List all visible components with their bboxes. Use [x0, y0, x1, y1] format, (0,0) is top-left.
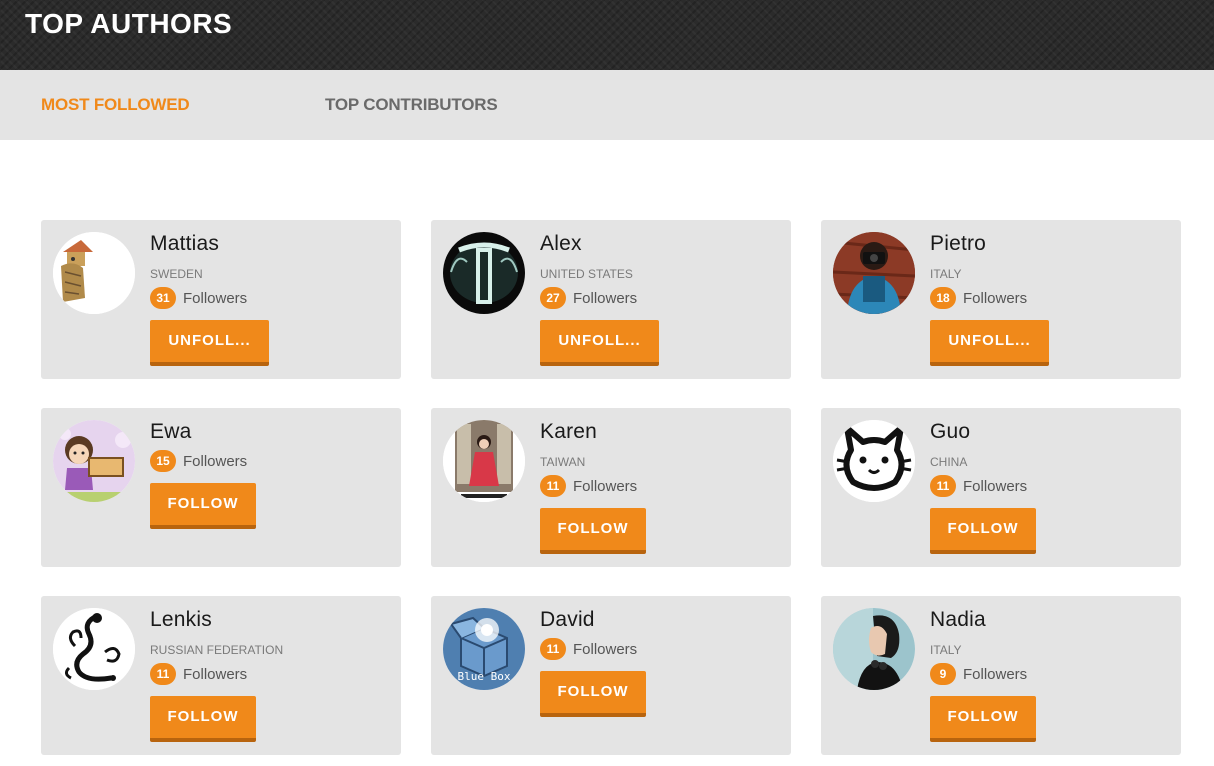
followers-count: 15 Followers	[150, 450, 247, 472]
followers-badge: 27	[540, 287, 566, 309]
followers-badge: 11	[540, 475, 566, 497]
followers-count: 31 Followers	[150, 287, 247, 309]
photographer-avatar[interactable]	[833, 232, 915, 314]
author-country: UNITED STATES	[540, 267, 633, 281]
unfollow-button[interactable]: UNFOLL...	[930, 320, 1049, 366]
cartoon-girl-avatar[interactable]	[53, 420, 135, 502]
followers-badge: 11	[150, 663, 176, 685]
followers-label: Followers	[963, 289, 1028, 307]
author-card: Lenkis RUSSIAN FEDERATION 11 Followers F…	[41, 596, 401, 755]
follow-button[interactable]: FOLLOW	[540, 671, 646, 717]
ornament-letter-avatar[interactable]	[53, 608, 135, 690]
follow-button[interactable]: FOLLOW	[930, 508, 1036, 554]
portrait-avatar[interactable]	[833, 608, 915, 690]
follow-button[interactable]: FOLLOW	[150, 696, 256, 742]
author-country: RUSSIAN FEDERATION	[150, 643, 284, 657]
page-title: TOP AUTHORS	[25, 8, 233, 39]
unfollow-button[interactable]: UNFOLL...	[540, 320, 659, 366]
tab-top-contributors[interactable]: TOP CONTRIBUTORS	[325, 95, 498, 115]
author-card: Mattias SWEDEN 31 Followers UNFOLL...	[41, 220, 401, 379]
followers-count: 9 Followers	[930, 663, 1027, 685]
followers-label: Followers	[573, 477, 638, 495]
tab-most-followed[interactable]: MOST FOLLOWED	[41, 95, 190, 115]
followers-count: 27 Followers	[540, 287, 637, 309]
followers-label: Followers	[573, 640, 638, 658]
author-country: ITALY	[930, 267, 962, 281]
author-card: Ewa 15 Followers FOLLOW	[41, 408, 401, 567]
author-name[interactable]: Alex	[540, 232, 582, 256]
neon-letter-avatar[interactable]	[443, 232, 525, 314]
follow-button[interactable]: FOLLOW	[150, 483, 256, 529]
cat-drawing-avatar[interactable]	[833, 420, 915, 502]
followers-label: Followers	[183, 289, 248, 307]
kimono-photo-avatar[interactable]	[443, 420, 525, 502]
illustration-avatar[interactable]	[53, 232, 135, 314]
author-name[interactable]: Nadia	[930, 608, 986, 632]
author-name[interactable]: Lenkis	[150, 608, 212, 632]
tab-bar: MOST FOLLOWED TOP CONTRIBUTORS	[0, 70, 1214, 140]
followers-label: Followers	[963, 477, 1028, 495]
followers-badge: 18	[930, 287, 956, 309]
author-card: Guo CHINA 11 Followers FOLLOW	[821, 408, 1181, 567]
followers-badge: 15	[150, 450, 176, 472]
author-name[interactable]: Mattias	[150, 232, 219, 256]
follow-button[interactable]: FOLLOW	[930, 696, 1036, 742]
author-name[interactable]: Karen	[540, 420, 597, 444]
followers-badge: 31	[150, 287, 176, 309]
followers-count: 11 Followers	[540, 475, 637, 497]
follow-button[interactable]: FOLLOW	[540, 508, 646, 554]
author-card: Nadia ITALY 9 Followers FOLLOW	[821, 596, 1181, 755]
followers-count: 11 Followers	[540, 638, 637, 660]
author-name[interactable]: Ewa	[150, 420, 191, 444]
author-card: Karen TAIWAN 11 Followers FOLLOW	[431, 408, 791, 567]
author-country: CHINA	[930, 455, 968, 469]
followers-label: Followers	[963, 665, 1028, 683]
author-country: ITALY	[930, 643, 962, 657]
followers-count: 18 Followers	[930, 287, 1027, 309]
unfollow-button[interactable]: UNFOLL...	[150, 320, 269, 366]
followers-count: 11 Followers	[930, 475, 1027, 497]
author-name[interactable]: Guo	[930, 420, 970, 444]
page-header: TOP AUTHORS	[0, 0, 1214, 70]
author-card: Blue Box David 11 Followers FOLLOW	[431, 596, 791, 755]
followers-badge: 9	[930, 663, 956, 685]
blue-box-avatar[interactable]: Blue Box	[443, 608, 525, 690]
followers-badge: 11	[540, 638, 566, 660]
author-name[interactable]: Pietro	[930, 232, 986, 256]
followers-label: Followers	[183, 665, 248, 683]
author-card: Alex UNITED STATES 27 Followers UNFOLL..…	[431, 220, 791, 379]
blue-box-text: Blue Box	[458, 670, 511, 683]
author-country: TAIWAN	[540, 455, 586, 469]
author-card: Pietro ITALY 18 Followers UNFOLL...	[821, 220, 1181, 379]
author-name[interactable]: David	[540, 608, 595, 632]
followers-badge: 11	[930, 475, 956, 497]
followers-label: Followers	[573, 289, 638, 307]
followers-count: 11 Followers	[150, 663, 247, 685]
followers-label: Followers	[183, 452, 248, 470]
author-country: SWEDEN	[150, 267, 203, 281]
